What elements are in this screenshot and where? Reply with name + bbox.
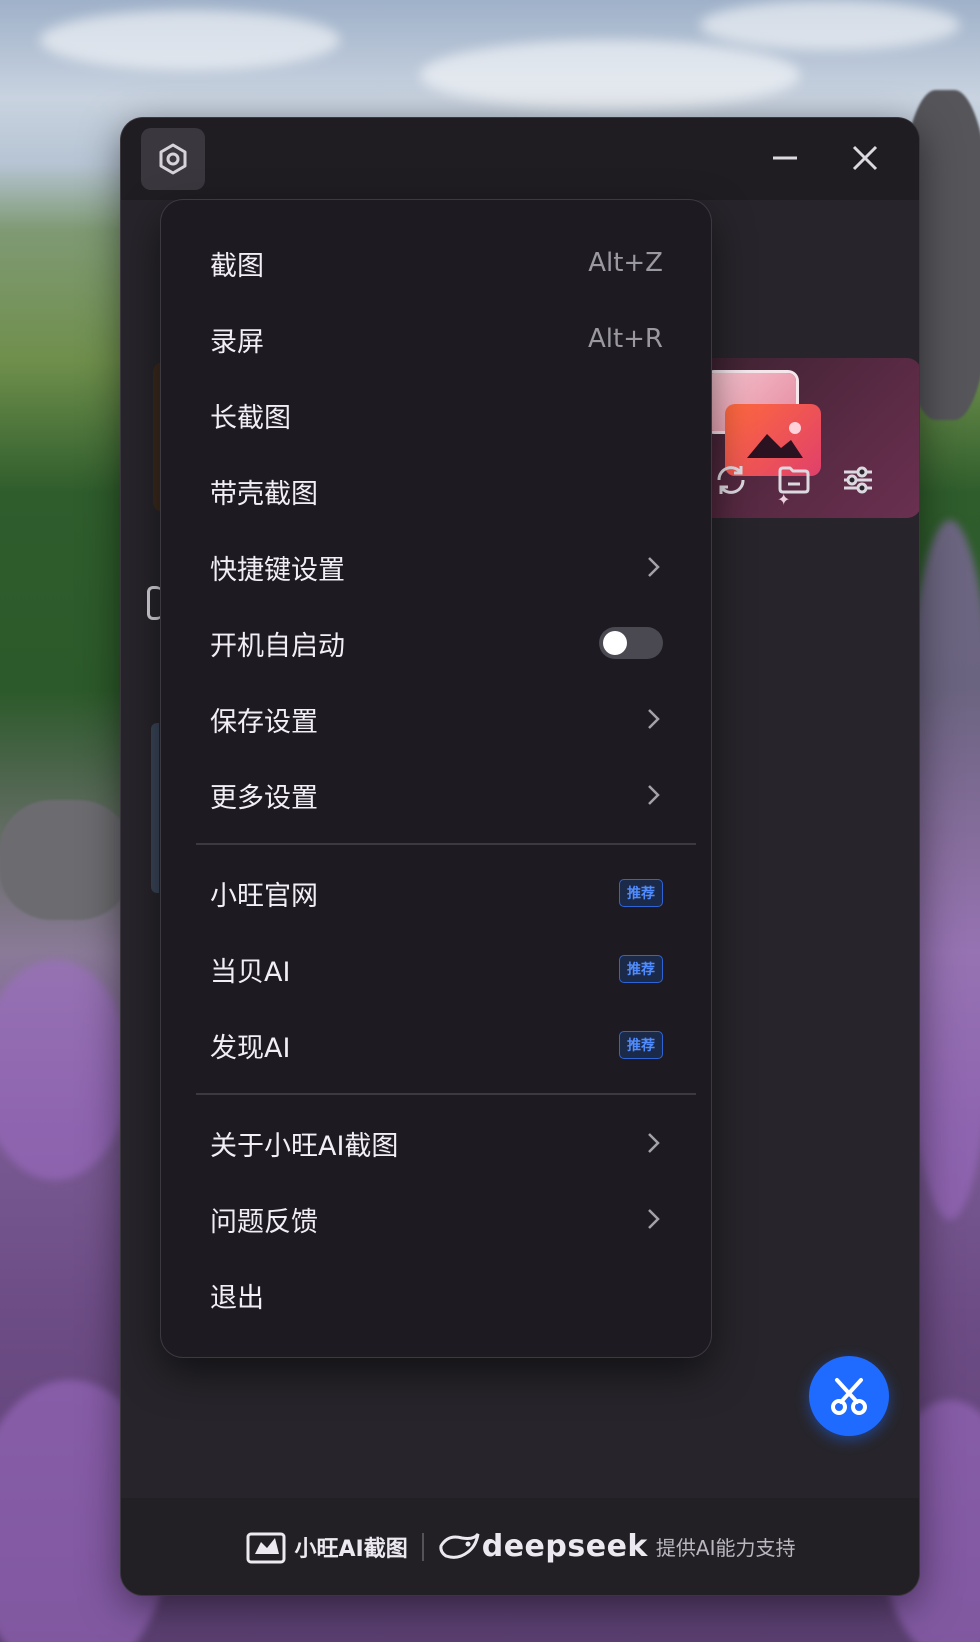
- menu-item-label: 保存设置: [210, 706, 318, 738]
- menu-item-save-settings[interactable]: 保存设置: [161, 681, 711, 757]
- footer-tagline: 提供AI能力支持: [655, 1536, 796, 1560]
- menu-item-screenshot[interactable]: 截图 Alt+Z: [161, 225, 711, 301]
- cloud: [420, 40, 800, 110]
- menu-item-official-site[interactable]: 小旺官网 推荐: [161, 855, 711, 931]
- menu-item-label: 截图: [210, 250, 264, 282]
- footer-divider: [421, 1532, 424, 1561]
- chevron-right-icon: [648, 785, 660, 805]
- deepseek-whale-icon: [439, 1532, 480, 1559]
- menu-item-label: 开机自启动: [210, 630, 345, 662]
- menu-item-label: 更多设置: [210, 782, 318, 814]
- chevron-right-icon: [648, 557, 660, 577]
- hidden-toolbar-icon: [147, 586, 162, 620]
- menu-item-more-settings[interactable]: 更多设置: [161, 757, 711, 833]
- menu-item-label: 快捷键设置: [210, 554, 345, 586]
- shortcut-label: Alt+R: [587, 324, 663, 354]
- menu-item-label: 问题反馈: [210, 1206, 318, 1238]
- menu-item-frame-screenshot[interactable]: 带壳截图: [161, 453, 711, 529]
- menu-item-about[interactable]: 关于小旺AI截图: [161, 1105, 711, 1181]
- title-bar: [121, 118, 919, 200]
- menu-item-label: 当贝AI: [210, 956, 291, 988]
- settings-menu: 截图 Alt+Z 录屏 Alt+R 长截图 带壳截图 快捷键设置 开机自启动 保…: [161, 200, 711, 1357]
- menu-item-label: 发现AI: [210, 1032, 291, 1064]
- folder-button[interactable]: [772, 458, 816, 502]
- chevron-right-icon: [648, 709, 660, 729]
- menu-item-feedback[interactable]: 问题反馈: [161, 1181, 711, 1257]
- cloud: [700, 0, 960, 50]
- menu-item-label: 小旺官网: [210, 880, 318, 912]
- close-icon: [852, 145, 878, 171]
- footer-app-name: 小旺AI截图: [294, 1536, 408, 1562]
- menu-item-label: 录屏: [210, 326, 264, 358]
- menu-item-long-screenshot[interactable]: 长截图: [161, 377, 711, 453]
- close-button[interactable]: [847, 140, 883, 176]
- minimize-icon: [773, 156, 797, 160]
- footer-partner-name: deepseek: [481, 1529, 648, 1564]
- shortcut-label: Alt+Z: [588, 248, 663, 278]
- recommend-badge: 推荐: [619, 955, 663, 983]
- menu-item-autostart: 开机自启动: [161, 605, 711, 681]
- menu-item-exit[interactable]: 退出: [161, 1257, 711, 1333]
- menu-divider: [196, 843, 696, 845]
- settings-icon: [159, 143, 187, 175]
- scissors-icon: [831, 1378, 867, 1415]
- adjust-button[interactable]: [836, 458, 880, 502]
- footer-brand: 小旺AI截图: [245, 1528, 408, 1566]
- minimize-button[interactable]: [767, 140, 803, 176]
- hidden-thumbnail: [151, 723, 159, 893]
- refresh-button[interactable]: [709, 458, 753, 502]
- menu-item-record[interactable]: 录屏 Alt+R: [161, 301, 711, 377]
- autostart-toggle[interactable]: [599, 627, 663, 659]
- menu-item-label: 关于小旺AI截图: [210, 1130, 399, 1162]
- screenshot-fab-button[interactable]: [809, 1356, 889, 1436]
- rock: [0, 800, 130, 920]
- sliders-icon: [844, 466, 872, 494]
- recommend-badge: 推荐: [619, 879, 663, 907]
- menu-divider: [196, 1093, 696, 1095]
- menu-item-hotkey-settings[interactable]: 快捷键设置: [161, 529, 711, 605]
- settings-button[interactable]: [141, 128, 205, 190]
- heather: [0, 960, 130, 1180]
- footer: 小旺AI截图 deepseek 提供AI能力支持: [121, 1498, 919, 1595]
- menu-item-label: 长截图: [210, 402, 291, 434]
- chevron-right-icon: [648, 1133, 660, 1153]
- chevron-right-icon: [648, 1209, 660, 1229]
- folder-icon: [778, 466, 810, 494]
- cloud: [40, 10, 340, 70]
- menu-item-label: 退出: [210, 1282, 264, 1314]
- recommend-badge: 推荐: [619, 1031, 663, 1059]
- menu-item-dangbei-ai[interactable]: 当贝AI 推荐: [161, 931, 711, 1007]
- dog-logo-icon: [246, 1532, 286, 1563]
- toggle-knob: [603, 631, 627, 655]
- menu-item-label: 带壳截图: [210, 478, 318, 510]
- refresh-icon: [717, 466, 745, 494]
- menu-item-discover-ai[interactable]: 发现AI 推荐: [161, 1007, 711, 1083]
